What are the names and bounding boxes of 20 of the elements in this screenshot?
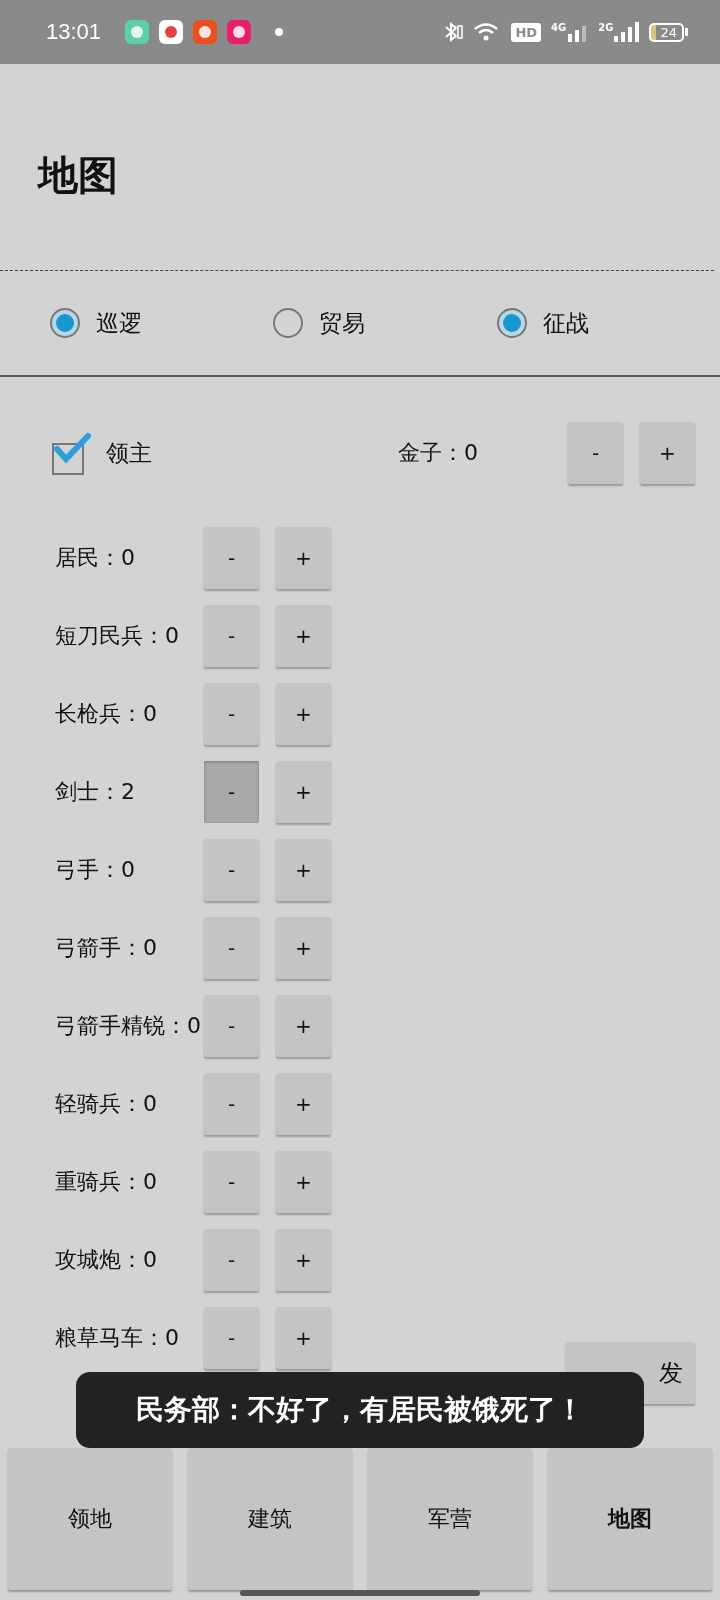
battery-level: 24 [649, 22, 684, 42]
page-title: 地图 [36, 151, 119, 200]
unit-count: 剑士：2 [55, 778, 136, 806]
unit-count: 弓手：0 [55, 856, 136, 884]
unit-count: 粮草马车：0 [55, 1324, 180, 1352]
unit-count: 居民：0 [55, 544, 136, 572]
unit-count: 攻城炮：0 [55, 1246, 158, 1274]
network-type-label: 2G [598, 22, 614, 33]
hd-badge: HD [511, 22, 542, 42]
unit-count: 短刀民兵：0 [55, 622, 180, 650]
network-type-label: 4G [551, 22, 567, 33]
checkbox-label: 领主 [106, 438, 152, 468]
unit-count: 长枪兵：0 [55, 700, 158, 728]
unit-count: 弓箭手精锐：0 [55, 1012, 202, 1040]
message-toast: 民务部：不好了，有居民被饿死了！ [76, 1372, 644, 1448]
treasury-count: 金子：0 [398, 439, 479, 467]
clock: 13:01 [46, 19, 102, 45]
unit-count: 弓箭手：0 [55, 934, 158, 962]
unit-count: 轻骑兵：0 [55, 1090, 158, 1118]
unit-count: 重骑兵：0 [55, 1168, 158, 1196]
